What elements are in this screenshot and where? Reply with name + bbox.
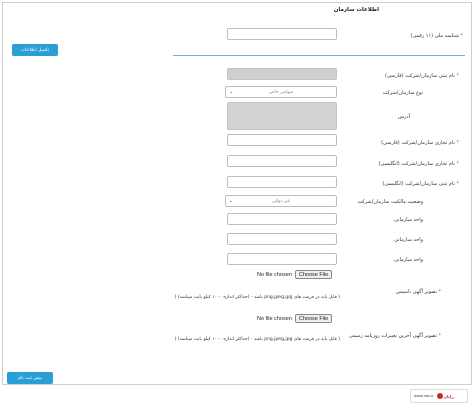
- upload-1-label: * تصویر آگهی تاسیس: [396, 289, 441, 295]
- unit-1-label: واحد سازمانی: [394, 217, 423, 223]
- national-id-label: * شناسه ملی (۱۱ رقمی): [410, 33, 463, 39]
- org-info-fieldset: اطلاعات سازمان * شناسه ملی (۱۱ رقمی) تکم…: [2, 2, 472, 385]
- unit-1-input[interactable]: [227, 213, 337, 225]
- company-logo: رایان: [436, 393, 454, 399]
- unit-3-input[interactable]: [227, 253, 337, 265]
- logo-icon: [436, 393, 443, 399]
- pre-register-button[interactable]: پیش ثبت نام: [7, 372, 53, 384]
- unit-3-label: واحد سازمانی: [394, 257, 423, 263]
- chevron-down-icon: ⌄: [229, 198, 234, 204]
- national-id-input[interactable]: [227, 28, 337, 40]
- upload-2-control[interactable]: No file chosen Choose File: [257, 314, 333, 323]
- trade-name-fa-label: * نام تجاری سازمان/شرکت (فارسی): [381, 140, 459, 146]
- upload-1-note: ( فایل باید در فرمت های png,jpeg,jpg باش…: [174, 295, 340, 300]
- divider: [173, 55, 465, 56]
- upload-2-note: ( فایل باید در فرمت های png,jpeg,jpg باش…: [174, 337, 340, 342]
- ownership-select[interactable]: ⌄ غیر دولتی: [225, 195, 337, 207]
- registered-name-en-label: * نام ثبتی سازمان/شرکت (انگلیسی): [382, 181, 459, 187]
- registered-name-fa-label: * نام ثبتی سازمان/شرکت (فارسی): [385, 73, 459, 79]
- trade-name-fa-input[interactable]: [227, 134, 337, 146]
- trade-name-en-input[interactable]: [227, 155, 337, 167]
- trade-name-en-label: * نام تجاری سازمان/شرکت (انگلیسی): [378, 161, 459, 167]
- ownership-label: وضعیت مالکیت سازمان/شرکت: [357, 199, 424, 205]
- upload-1-control[interactable]: No file chosen Choose File: [257, 270, 333, 279]
- site-url[interactable]: www.rws.ir: [414, 394, 434, 398]
- complete-info-button[interactable]: تکمیل اطلاعات: [12, 44, 58, 56]
- upload-1-button[interactable]: Choose File: [294, 270, 333, 279]
- site-footer: www.rws.ir رایان: [410, 389, 468, 403]
- upload-1-status: No file chosen: [257, 271, 292, 278]
- upload-2-button[interactable]: Choose File: [294, 314, 333, 323]
- section-legend: اطلاعات سازمان: [333, 7, 379, 13]
- unit-2-label: واحد سازمانی: [394, 237, 423, 243]
- org-type-label: نوع سازمان/شرکت: [382, 90, 423, 96]
- chevron-down-icon: ⌄: [229, 89, 234, 95]
- registered-name-en-input[interactable]: [227, 176, 337, 188]
- address-label: آدرس: [397, 114, 410, 120]
- address-textarea[interactable]: [227, 102, 337, 130]
- upload-2-status: No file chosen: [257, 315, 292, 322]
- upload-2-label: * تصویر آگهی آخرین تغییرات روزنامه رسمی: [348, 333, 441, 339]
- org-type-select[interactable]: ⌄ سهامی خاص: [225, 86, 337, 98]
- registered-name-fa-input[interactable]: [227, 68, 337, 80]
- unit-2-input[interactable]: [227, 233, 337, 245]
